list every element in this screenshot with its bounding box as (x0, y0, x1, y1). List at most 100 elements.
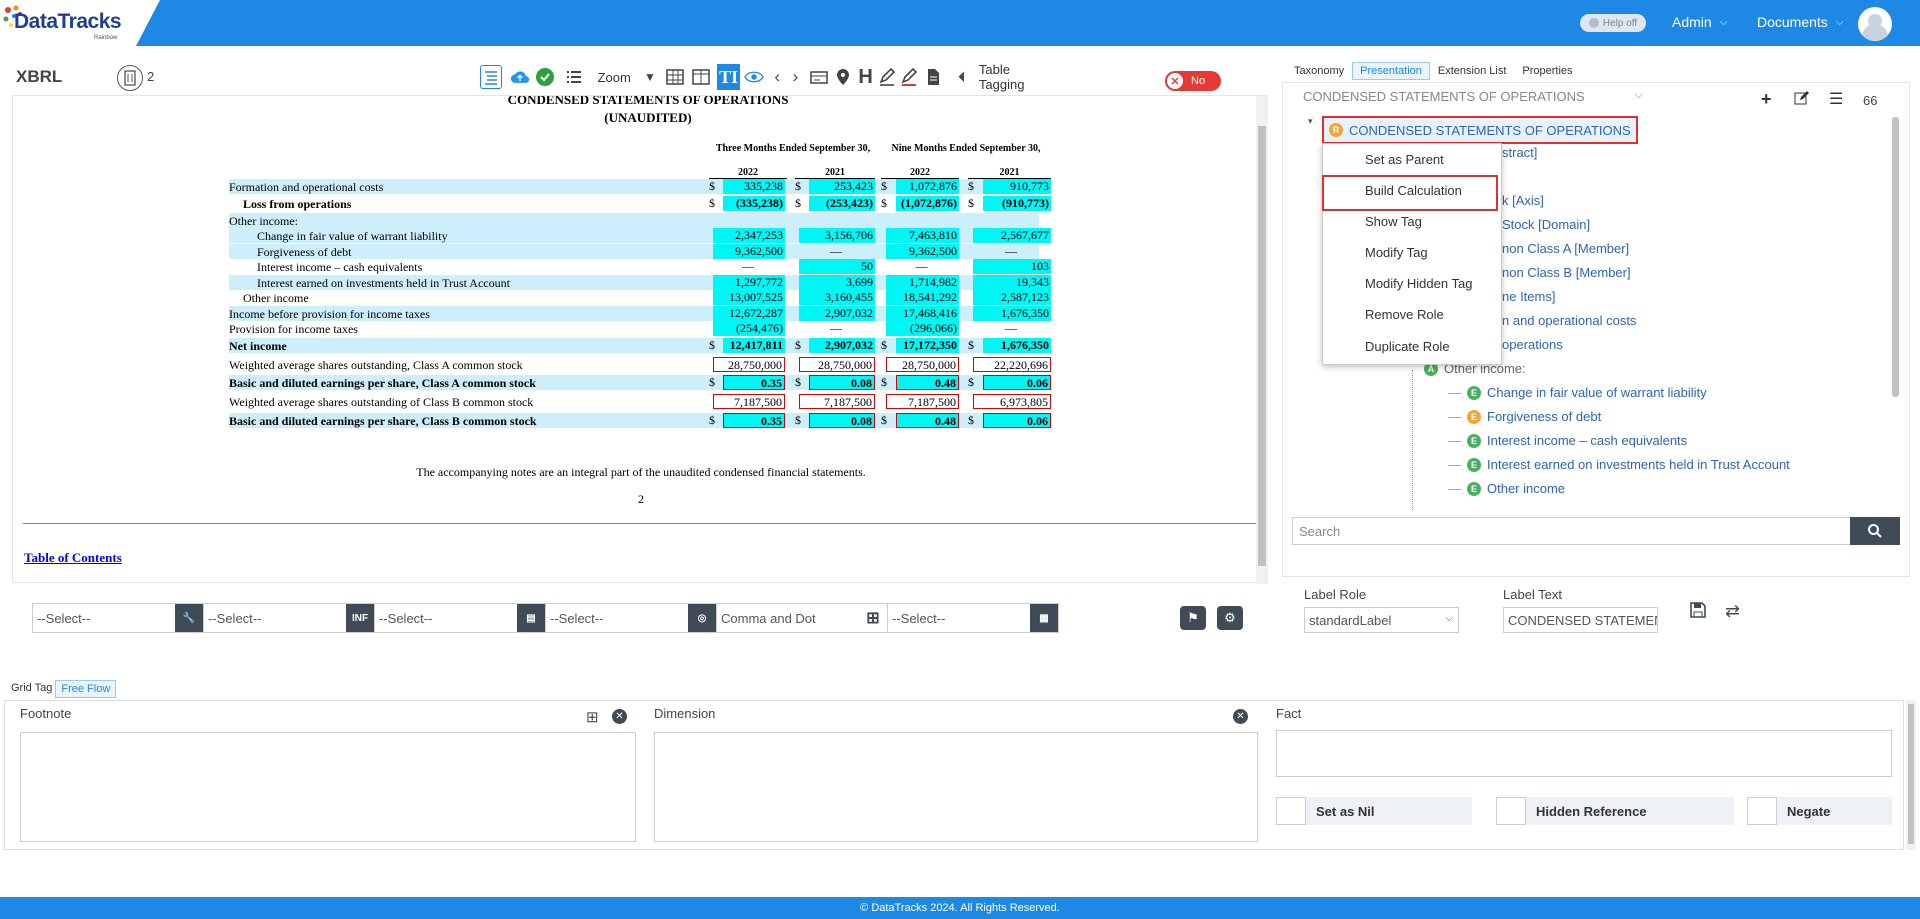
table-cell[interactable]: 7,187,500 (886, 394, 959, 409)
tree-root-node[interactable]: R CONDENSED STATEMENTS OF OPERATIONS (1322, 116, 1638, 144)
menu-item-remove-role[interactable]: Remove Role (1365, 307, 1444, 322)
table-cell[interactable]: 9,362,500 (713, 244, 785, 259)
select-6[interactable]: --Select-- ▦ (887, 603, 1059, 633)
table-cell[interactable]: 50 (799, 259, 875, 274)
table-cell[interactable]: 335,238 (723, 179, 785, 194)
target-icon[interactable]: ◎ (688, 604, 716, 632)
table-cell[interactable]: 3,160,455 (799, 290, 875, 305)
role-select[interactable]: CONDENSED STATEMENTS OF OPERATIONS ⌵ (1303, 89, 1643, 104)
gear-icon[interactable]: ⚙ (1217, 606, 1243, 630)
menu-icon[interactable]: ☰ (1829, 89, 1843, 109)
table-cell[interactable]: (910,773) (983, 196, 1051, 211)
table-cell[interactable]: (335,238) (723, 196, 785, 211)
user-avatar[interactable] (1858, 7, 1892, 41)
hidden-reference-checkbox[interactable]: Hidden Reference (1496, 797, 1734, 825)
zoom-label[interactable]: Zoom (598, 70, 631, 85)
menu-item-duplicate-role[interactable]: Duplicate Role (1365, 339, 1450, 354)
table-cell[interactable]: 7,187,500 (799, 394, 875, 409)
table-cell[interactable]: 0.06 (983, 413, 1051, 428)
menu-item-modify-tag[interactable]: Modify Tag (1365, 245, 1428, 260)
select-4[interactable]: --Select-- ◎ (545, 603, 717, 633)
dimension-textarea[interactable] (654, 732, 1258, 842)
scale-icon[interactable]: ▤ (517, 604, 545, 632)
tree-node[interactable]: stract] (1502, 145, 1537, 160)
tab-taxonomy[interactable]: Taxonomy (1286, 62, 1352, 80)
tree-node[interactable]: — E Interest earned on investments held in… (1448, 457, 1790, 472)
eye-icon[interactable] (744, 65, 764, 89)
table-cell[interactable]: (253,423) (809, 196, 875, 211)
table-cell[interactable]: — (973, 321, 1051, 336)
tab-extension-list[interactable]: Extension List (1430, 62, 1514, 80)
calendar-icon[interactable]: ▦ (1030, 604, 1058, 632)
tree-node[interactable]: operations (1502, 337, 1563, 352)
card-icon[interactable] (809, 65, 829, 89)
table-cell[interactable]: 0.06 (983, 375, 1051, 390)
table-cell[interactable]: 0.35 (723, 375, 785, 390)
heading-icon[interactable]: H (857, 65, 875, 89)
table-cell[interactable]: 9,362,500 (886, 244, 959, 259)
swap-icon[interactable]: ⇄ (1725, 601, 1740, 622)
table-cell[interactable]: 0.35 (723, 413, 785, 428)
table-cell[interactable]: (1,072,876) (896, 196, 959, 211)
help-toggle[interactable]: Help off (1580, 14, 1646, 32)
table-cell[interactable]: 0.08 (809, 375, 875, 390)
table-cell[interactable]: 17,172,350 (896, 338, 959, 353)
footnote-textarea[interactable] (20, 732, 636, 842)
table-cell[interactable]: 2,567,677 (973, 228, 1051, 243)
table-cell[interactable]: 2,907,032 (799, 306, 875, 321)
table-cell[interactable]: 7,187,500 (713, 394, 785, 409)
tab-grid-tag[interactable]: Grid Tag (8, 680, 55, 698)
tree-node[interactable]: — E Change in fair value of warrant liabil… (1448, 385, 1707, 400)
pen-error-icon[interactable] (899, 65, 919, 89)
text-tag-icon[interactable]: TI (717, 64, 741, 90)
table-cell[interactable]: 0.48 (896, 413, 959, 428)
table-cell[interactable]: 0.48 (896, 375, 959, 390)
table-cell[interactable]: 1,676,350 (983, 338, 1051, 353)
label-text-input[interactable]: CONDENSED STATEMEN (1503, 607, 1658, 633)
tags-icon[interactable]: ⚑ (1180, 606, 1206, 630)
table-cell[interactable]: 103 (973, 259, 1051, 274)
table-grid-icon[interactable] (665, 65, 685, 89)
table-cell[interactable]: 2,907,032 (809, 338, 875, 353)
table-cell[interactable]: 12,417,811 (723, 338, 785, 353)
table-cell[interactable]: 2,347,253 (713, 228, 785, 243)
table-cell[interactable]: (296,066) (886, 321, 959, 336)
table-cell[interactable]: 0.08 (809, 413, 875, 428)
tree-node[interactable]: — E Interest income – cash equivalents (1448, 433, 1687, 448)
tree-node[interactable]: Stock [Domain] (1502, 217, 1590, 232)
inf-icon[interactable]: INF (346, 604, 374, 632)
rewind-icon[interactable]: ⏴ (953, 65, 971, 89)
caret-down-icon[interactable]: ▼ (641, 65, 659, 89)
table-cell[interactable]: 17,468,416 (886, 306, 959, 321)
table-cell[interactable]: 28,750,000 (799, 357, 875, 372)
select-2[interactable]: --Select-- INF (203, 603, 375, 633)
tree-node[interactable]: non Class B [Member] (1502, 265, 1631, 280)
save-icon[interactable] (1689, 601, 1707, 624)
admin-menu[interactable]: Admin ⌵ (1672, 14, 1727, 30)
edit-icon[interactable] (1794, 90, 1810, 111)
list-icon[interactable] (564, 65, 584, 89)
table-cell[interactable]: 28,750,000 (713, 357, 785, 372)
menu-item-show-tag[interactable]: Show Tag (1365, 214, 1422, 229)
tree-search-input[interactable]: Search (1292, 517, 1852, 545)
table-cell[interactable]: 22,220,696 (973, 357, 1051, 372)
tree-node[interactable]: n and operational costs (1502, 313, 1636, 328)
table-cell[interactable]: — (886, 259, 959, 274)
table-cell[interactable]: 19,343 (973, 275, 1051, 290)
tab-properties[interactable]: Properties (1514, 62, 1580, 80)
search-button[interactable] (1850, 517, 1900, 545)
add-icon[interactable]: + (1761, 89, 1772, 110)
negate-checkbox[interactable]: Negate (1747, 797, 1892, 825)
table-cell[interactable]: — (799, 321, 875, 336)
table-cell[interactable]: — (713, 259, 785, 274)
tree-node[interactable]: — E Forgiveness of debt (1448, 409, 1601, 424)
table-cell[interactable]: 6,973,805 (973, 394, 1051, 409)
table-cell[interactable]: 18,541,292 (886, 290, 959, 305)
select-3[interactable]: --Select-- ▤ (374, 603, 546, 633)
table-cell[interactable]: 28,750,000 (886, 357, 959, 372)
select-1[interactable]: --Select-- 🔧 (32, 603, 204, 633)
add-box-icon[interactable]: ⊞ (586, 708, 599, 726)
tab-presentation[interactable]: Presentation (1352, 62, 1430, 80)
chevron-left-icon[interactable]: ‹ (768, 65, 786, 89)
map-pin-icon[interactable] (833, 65, 853, 89)
